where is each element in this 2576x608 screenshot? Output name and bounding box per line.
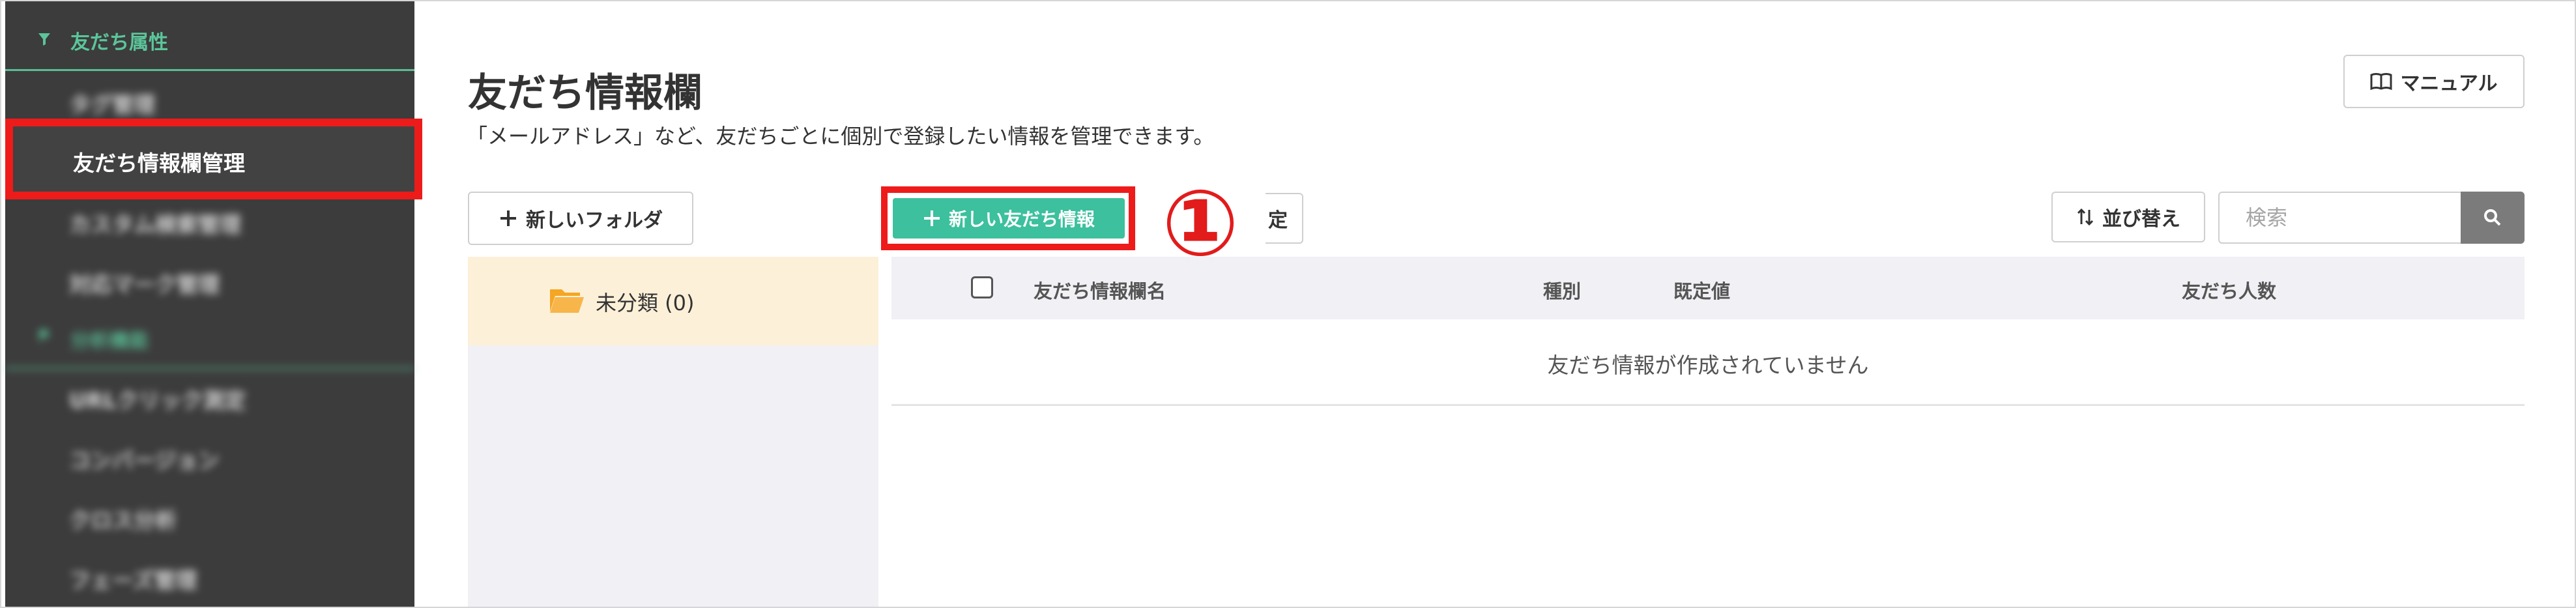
folder-panel: 未分類 (0) — [468, 257, 878, 607]
sidebar-item-url-click[interactable]: URLクリック測定 — [5, 368, 414, 427]
manual-button-label: マニュアル — [2400, 72, 2498, 95]
select-all-checkbox[interactable] — [971, 276, 993, 298]
column-header-name[interactable]: 友だち情報欄名 — [1034, 276, 1166, 304]
column-header-type[interactable]: 種別 — [1543, 276, 1581, 304]
sidebar-section-analysis[interactable]: 分析機能 — [5, 305, 414, 369]
search-input[interactable] — [2220, 193, 2459, 242]
page-description: 「メールアドレス」など、友だちごとに個別で登録したい情報を管理できます。 — [467, 124, 1215, 149]
new-friend-info-highlight: 新しい友だち情報 — [881, 186, 1135, 250]
main-content: 友だち情報欄 「メールアドレス」など、友だちごとに個別で登録したい情報を管理でき… — [418, 1, 2575, 607]
empty-state-message: 友だち情報が作成されていません — [1547, 353, 1869, 378]
sidebar-item-label: カスタム検索管理 — [69, 212, 241, 237]
table-header: 友だち情報欄名 種別 既定値 友だち人数 — [891, 257, 2525, 319]
folder-open-icon — [550, 289, 584, 313]
new-friend-info-button[interactable]: 新しい友だち情報 — [893, 198, 1125, 239]
sidebar-section-friend-attributes[interactable]: 友だち属性 — [5, 1, 414, 71]
sidebar-item-label: URLクリック測定 — [69, 388, 246, 413]
new-folder-button[interactable]: 新しいフォルダ — [468, 192, 693, 245]
new-folder-label: 新しいフォルダ — [526, 209, 663, 232]
sidebar-item-cross-analysis[interactable]: クロス分析 — [5, 487, 414, 547]
sidebar-item-label: 対応マーク管理 — [69, 272, 220, 297]
flag-icon — [39, 330, 50, 343]
search-box — [2218, 192, 2525, 244]
sidebar-section-label: 友だち属性 — [70, 31, 168, 54]
table-divider — [891, 404, 2525, 406]
column-header-default[interactable]: 既定値 — [1673, 276, 1730, 304]
sidebar-item-label: コンバージョン — [69, 448, 220, 473]
sidebar-item-custom-search[interactable]: カスタム検索管理 — [5, 192, 414, 252]
sidebar-item-label: フェーズ管理 — [69, 568, 197, 593]
manual-button[interactable]: マニュアル — [2343, 55, 2525, 108]
step-number: ① — [1161, 171, 1239, 277]
sidebar-item-conversion[interactable]: コンバージョン — [5, 427, 414, 487]
app-window: 友だち属性 タグ管理 友だち情報欄管理 カスタム検索管理 対応マーク管理 分析機… — [0, 0, 2576, 608]
sidebar-item-label: クロス分析 — [69, 508, 177, 533]
new-friend-info-label: 新しい友だち情報 — [948, 209, 1095, 230]
sidebar: 友だち属性 タグ管理 友だち情報欄管理 カスタム検索管理 対応マーク管理 分析機… — [5, 1, 422, 607]
sidebar-item-marks[interactable]: 対応マーク管理 — [5, 252, 414, 311]
search-icon — [2484, 209, 2501, 226]
sidebar-section-label: 分析機能 — [70, 330, 149, 353]
sidebar-item-friend-info-fields[interactable]: 友だち情報欄管理 — [5, 119, 422, 199]
sidebar-item-label: 友だち情報欄管理 — [73, 151, 245, 176]
settings-button-label: 定 — [1268, 209, 1288, 232]
sort-button[interactable]: 並び替え — [2051, 192, 2205, 242]
plus-icon — [500, 210, 516, 226]
sidebar-item-phase[interactable]: フェーズ管理 — [5, 547, 414, 607]
sort-label: 並び替え — [2102, 208, 2180, 231]
folder-item[interactable]: 未分類 (0) — [468, 257, 878, 345]
folder-label: 未分類 (0) — [596, 291, 695, 315]
column-header-friend-count[interactable]: 友だち人数 — [2182, 276, 2276, 304]
sidebar-item-label: タグ管理 — [69, 92, 155, 117]
search-button[interactable] — [2461, 192, 2525, 244]
sort-icon — [2077, 208, 2094, 226]
filter-icon — [38, 33, 50, 46]
page-title: 友だち情報欄 — [468, 70, 702, 116]
book-icon — [2370, 73, 2392, 91]
plus-icon — [923, 210, 940, 226]
